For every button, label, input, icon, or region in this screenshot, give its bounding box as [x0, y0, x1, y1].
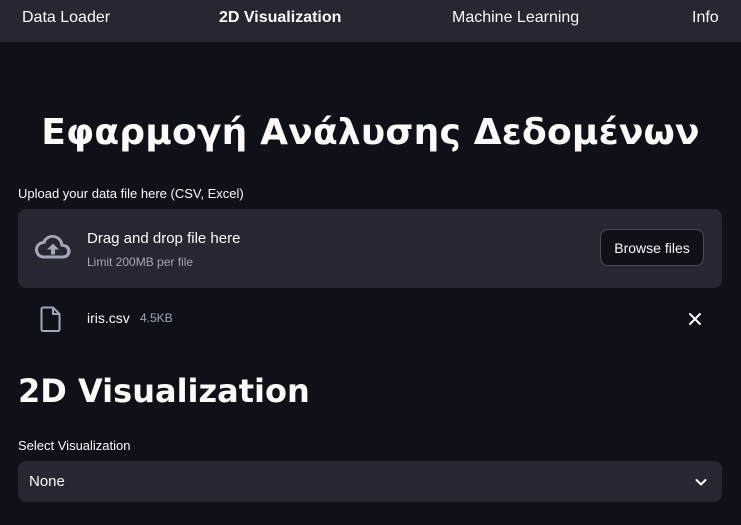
visualization-select[interactable]: None: [18, 461, 722, 502]
chevron-down-icon: [695, 479, 707, 486]
select-value: None: [29, 473, 65, 490]
section-title: 2D Visualization: [18, 372, 310, 410]
nav-item-machine-learning[interactable]: Machine Learning: [452, 0, 579, 36]
file-icon: [40, 306, 61, 332]
browse-files-button[interactable]: Browse files: [600, 229, 704, 266]
nav-item-info[interactable]: Info: [692, 0, 719, 36]
uploaded-file-row: iris.csv 4.5KB: [18, 300, 722, 338]
dropzone-limit: Limit 200MB per file: [87, 255, 194, 269]
uploader-label: Upload your data file here (CSV, Excel): [18, 186, 244, 201]
page-title: Εφαρμογή Ανάλυσης Δεδομένων: [41, 112, 700, 153]
cloud-upload-icon: [35, 235, 71, 259]
close-icon[interactable]: [684, 308, 706, 330]
select-label: Select Visualization: [18, 438, 131, 453]
nav-item-data-loader[interactable]: Data Loader: [22, 0, 110, 36]
file-name: iris.csv: [87, 310, 130, 326]
dropzone-instructions: Drag and drop file here: [87, 230, 241, 247]
file-dropzone[interactable]: Drag and drop file here Limit 200MB per …: [18, 209, 722, 288]
file-size: 4.5KB: [140, 311, 173, 325]
top-navbar: Data Loader 2D Visualization Machine Lea…: [0, 0, 741, 42]
nav-item-2d-visualization[interactable]: 2D Visualization: [219, 0, 341, 36]
